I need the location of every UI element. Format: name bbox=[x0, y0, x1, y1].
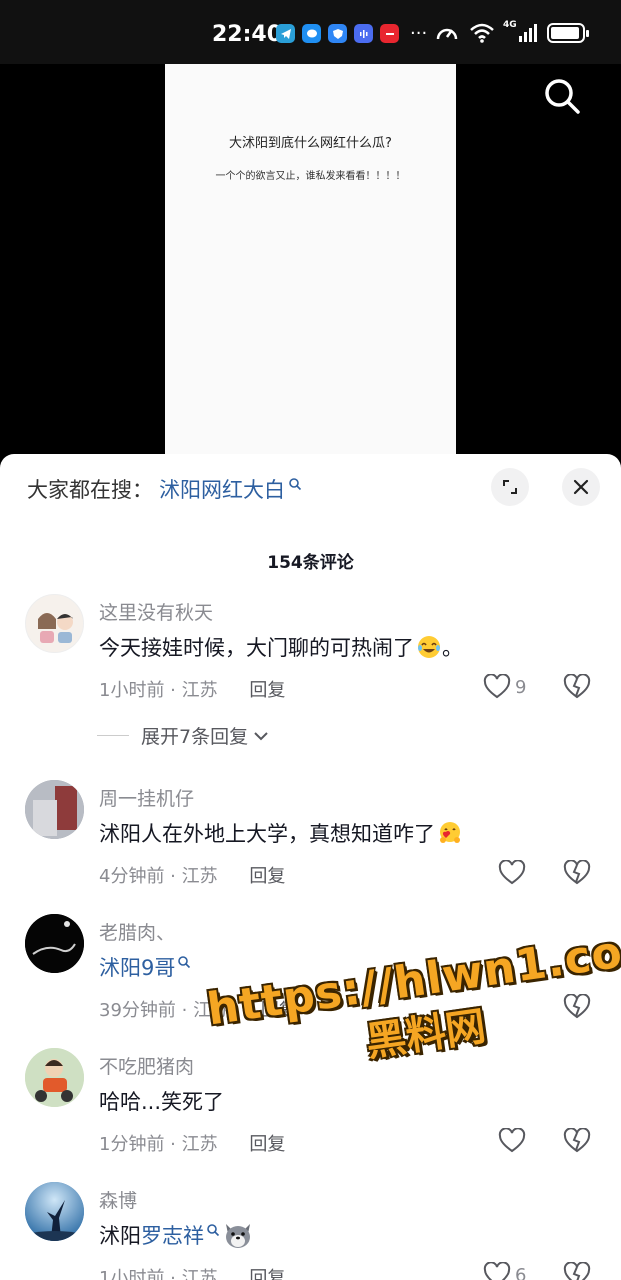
heart-icon bbox=[498, 860, 526, 885]
speed-icon bbox=[436, 28, 458, 40]
comment-location: 江苏 bbox=[181, 1268, 218, 1280]
comment-text: 沭阳9哥 bbox=[99, 952, 191, 982]
comment-text: 哈哈...笑死了 bbox=[99, 1086, 224, 1116]
heart-icon bbox=[483, 1262, 511, 1280]
comment-text: 沭阳人在外地上大学，真想知道咋了 bbox=[99, 818, 463, 848]
comment-text-main: 哈哈...笑死了 bbox=[99, 1090, 225, 1114]
wifi-icon bbox=[470, 23, 494, 43]
comment-username[interactable]: 不吃肥猪肉 bbox=[99, 1052, 194, 1079]
avatar[interactable] bbox=[25, 1048, 84, 1107]
video-subtitle: 一个个的欲言又止，谁私发来看看！！！！ bbox=[215, 171, 406, 182]
comment-text-main: 沭阳人在外地上大学，真想知道咋了 bbox=[99, 822, 435, 846]
battery-icon bbox=[547, 23, 589, 43]
expand-button[interactable] bbox=[491, 468, 529, 506]
system-icons: 4G bbox=[435, 20, 589, 44]
search-small-icon bbox=[178, 956, 191, 969]
hot-search-prefix: 大家都在搜： bbox=[27, 478, 153, 502]
video-frame: 大沭阳到底什么网红什么瓜? 一个个的欲言又止，谁私发来看看！！！！ bbox=[165, 64, 456, 464]
close-button[interactable] bbox=[562, 468, 600, 506]
avatar[interactable] bbox=[25, 780, 84, 839]
news-app-icon bbox=[380, 24, 399, 43]
like-button[interactable] bbox=[498, 860, 526, 886]
broken-heart-icon[interactable] bbox=[563, 860, 591, 886]
avatar[interactable] bbox=[25, 1182, 84, 1241]
comment-location: 江苏 bbox=[181, 866, 218, 887]
reply-button[interactable]: 回复 bbox=[249, 680, 285, 701]
search-small-icon bbox=[207, 1224, 220, 1237]
status-time: 22:40 bbox=[212, 22, 283, 47]
search-small-icon bbox=[289, 478, 302, 491]
like-count: 6 bbox=[515, 1264, 527, 1280]
expand-replies-button[interactable]: 展开7条回复 bbox=[97, 722, 270, 749]
chevron-down-icon bbox=[254, 731, 268, 740]
broken-heart-icon[interactable] bbox=[563, 994, 591, 1020]
search-link[interactable]: 沭阳9哥 bbox=[99, 952, 175, 982]
heart-hug-emoji-icon bbox=[440, 822, 460, 843]
telegram-icon bbox=[276, 24, 295, 43]
hot-search[interactable]: 大家都在搜： 沭阳网红大白 bbox=[27, 474, 302, 504]
hot-search-keyword[interactable]: 沭阳网红大白 bbox=[159, 474, 285, 504]
avatar[interactable] bbox=[25, 594, 84, 653]
divider bbox=[97, 735, 129, 736]
comment-username[interactable]: 森博 bbox=[99, 1186, 137, 1213]
voice-app-icon bbox=[354, 24, 373, 43]
comment-meta: 4分钟前 · 江苏 回复 bbox=[99, 866, 286, 887]
reply-button[interactable]: 回复 bbox=[249, 866, 285, 887]
comment-location: 江苏 bbox=[181, 680, 218, 701]
comment-location: 江苏 bbox=[193, 1000, 230, 1021]
close-icon bbox=[573, 479, 589, 495]
expand-replies-label: 展开7条回复 bbox=[141, 726, 249, 748]
like-button[interactable]: 9 bbox=[483, 674, 526, 700]
comment-text-main: 今天接娃时候，大门聊的可热闹了 bbox=[99, 636, 414, 660]
comment-username[interactable]: 这里没有秋天 bbox=[99, 598, 213, 625]
comment-location: 江苏 bbox=[181, 1134, 218, 1155]
status-bar: 22:40 ··· 4G bbox=[0, 0, 621, 64]
broken-heart-icon[interactable] bbox=[563, 1128, 591, 1154]
comment-text-tail: 。 bbox=[442, 636, 463, 660]
shield-app-icon bbox=[328, 24, 347, 43]
comment-count: 154条评论 bbox=[267, 553, 354, 573]
comment-time: 4分钟前 bbox=[99, 866, 165, 887]
like-button[interactable]: 6 bbox=[483, 1262, 526, 1280]
comment-panel: 大家都在搜： 沭阳网红大白 154条评论 这里没有秋天 今天接娃时候，大门聊的可… bbox=[0, 454, 621, 1280]
like-count: 9 bbox=[515, 676, 527, 698]
more-notifications-icon: ··· bbox=[410, 22, 428, 44]
signal-icon: 4G bbox=[503, 20, 537, 42]
comment-username[interactable]: 周一挂机仔 bbox=[99, 784, 194, 811]
comment-time: 1小时前 bbox=[99, 1268, 165, 1280]
video-player[interactable]: 大沭阳到底什么网红什么瓜? 一个个的欲言又止，谁私发来看看！！！！ bbox=[0, 64, 621, 464]
comment-text: 沭阳 罗志祥 bbox=[99, 1220, 254, 1250]
laughing-emoji-icon bbox=[418, 636, 440, 658]
comment-meta: 1分钟前 · 江苏 回复 bbox=[99, 1134, 286, 1155]
notification-icons: ··· bbox=[276, 24, 427, 43]
dog-emoji-icon bbox=[226, 1224, 250, 1248]
broken-heart-icon[interactable] bbox=[563, 674, 591, 700]
comment-text: 今天接娃时候，大门聊的可热闹了 。 bbox=[99, 632, 463, 662]
reply-button[interactable]: 回复 bbox=[249, 1268, 285, 1280]
message-icon bbox=[302, 24, 321, 43]
comment-meta: 1小时前 · 江苏 回复 bbox=[99, 1264, 285, 1280]
reply-button[interactable]: 回复 bbox=[249, 1134, 285, 1155]
comment-meta: 39分钟前 · 江苏 回复 bbox=[99, 1000, 297, 1021]
search-icon[interactable] bbox=[542, 76, 582, 116]
heart-icon bbox=[483, 674, 511, 699]
comment-time: 1分钟前 bbox=[99, 1134, 165, 1155]
comment-time: 1小时前 bbox=[99, 680, 165, 701]
reply-button[interactable]: 回复 bbox=[261, 1000, 297, 1021]
avatar[interactable] bbox=[25, 914, 84, 973]
network-type: 4G bbox=[503, 20, 517, 30]
heart-icon bbox=[498, 1128, 526, 1153]
video-title: 大沭阳到底什么网红什么瓜? bbox=[229, 136, 392, 151]
search-link[interactable]: 罗志祥 bbox=[141, 1220, 204, 1250]
expand-icon bbox=[503, 480, 517, 494]
broken-heart-icon[interactable] bbox=[563, 1262, 591, 1280]
comment-text-main: 沭阳 bbox=[99, 1224, 141, 1248]
comment-time: 39分钟前 bbox=[99, 1000, 176, 1021]
comment-meta: 1小时前 · 江苏 回复 bbox=[99, 680, 286, 701]
comment-username[interactable]: 老腊肉、 bbox=[99, 918, 175, 945]
like-button[interactable] bbox=[498, 1128, 526, 1154]
